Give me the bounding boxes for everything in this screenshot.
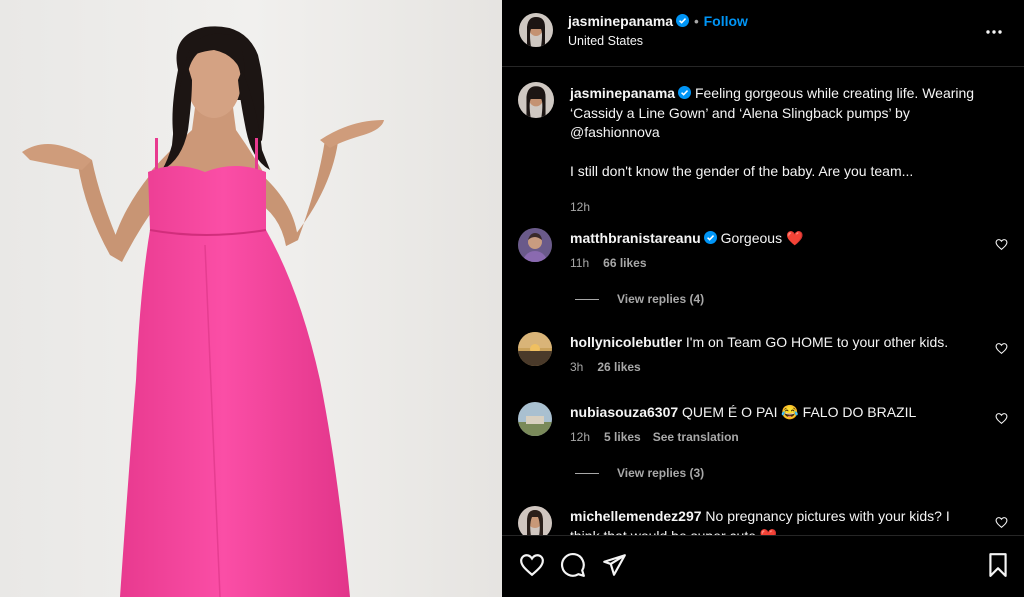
post-header: jasminepanama • Follow United States: [502, 0, 1024, 67]
separator-dot: •: [694, 14, 699, 29]
replies-divider: [575, 473, 599, 475]
caption-username[interactable]: jasminepanama: [570, 85, 675, 101]
commenter-avatar[interactable]: [518, 228, 552, 262]
comment-likes[interactable]: 66 likes: [603, 256, 646, 270]
heart-icon[interactable]: [519, 552, 545, 578]
post-detail-panel: jasminepanama • Follow United States jasmi…: [502, 0, 1024, 597]
author-username-line: jasminepanama • Follow: [568, 13, 748, 29]
heart-icon[interactable]: [995, 516, 1008, 529]
more-options-icon[interactable]: [984, 22, 1004, 42]
verified-badge-icon: [703, 231, 717, 244]
comment-text: matthbranistareanu Gorgeous ❤️: [570, 229, 980, 249]
verified-badge-icon: [676, 14, 690, 27]
caption-line-2: ‘Cassidy a Line Gown’ and ‘Alena Slingba…: [570, 104, 910, 121]
view-replies-label: View replies (3): [617, 466, 705, 480]
comment-time[interactable]: 3h: [570, 360, 583, 374]
comment-item: nubiasouza6307 QUEM É O PAI 😂 FALO DO BR…: [502, 400, 1024, 490]
comment-time[interactable]: 12h: [570, 430, 590, 444]
post-photo[interactable]: [0, 0, 502, 597]
see-translation-link[interactable]: See translation: [653, 430, 739, 444]
caption-time[interactable]: 12h: [570, 200, 590, 214]
comment-time[interactable]: 11h: [570, 256, 589, 270]
view-replies-button[interactable]: View replies (3): [575, 466, 704, 480]
comment-body-line-2: think that would be super cute ❤️: [570, 527, 980, 536]
heart-icon[interactable]: [995, 238, 1008, 251]
caption-text: jasminepanama Feeling gorgeous while cre…: [570, 84, 980, 181]
comment-text: nubiasouza6307 QUEM É O PAI 😂 FALO DO BR…: [570, 403, 980, 423]
comment-item: michellemendez297 No pregnancy pictures …: [502, 504, 1024, 535]
comment-body: Gorgeous ❤️: [720, 230, 804, 246]
commenter-username[interactable]: michellemendez297: [570, 508, 702, 524]
commenter-avatar[interactable]: [518, 506, 552, 535]
comment-body: I'm on Team GO HOME to your other kids.: [685, 334, 949, 350]
caption-mention[interactable]: @fashionnova: [570, 123, 980, 143]
comment-meta: 11h 66 likes: [570, 256, 647, 270]
post-location[interactable]: United States: [568, 34, 643, 48]
comment-text: michellemendez297 No pregnancy pictures …: [570, 507, 980, 535]
view-replies-label: View replies (4): [617, 292, 705, 306]
commenter-avatar[interactable]: [518, 332, 552, 366]
commenter-username[interactable]: matthbranistareanu: [570, 230, 701, 246]
heart-icon[interactable]: [995, 412, 1008, 425]
verified-badge-icon: [678, 86, 692, 99]
post-actions-bar: [502, 535, 1024, 597]
comment-meta: 3h 26 likes: [570, 360, 641, 374]
comment-body-line-1: No pregnancy pictures with your kids? I: [705, 508, 950, 524]
comment-text: hollynicolebutler I'm on Team GO HOME to…: [570, 333, 980, 353]
commenter-username[interactable]: nubiasouza6307: [570, 404, 678, 420]
share-icon[interactable]: [601, 552, 627, 578]
view-replies-button[interactable]: View replies (4): [575, 292, 704, 306]
comments-section[interactable]: jasminepanama Feeling gorgeous while cre…: [502, 68, 1024, 535]
caption-line-1: Feeling gorgeous while creating life. We…: [694, 85, 975, 101]
comment-likes[interactable]: 5 likes: [604, 430, 641, 444]
bookmark-icon[interactable]: [985, 552, 1011, 578]
author-username[interactable]: jasminepanama: [568, 13, 673, 29]
heart-icon[interactable]: [995, 342, 1008, 355]
comment-body: QUEM É O PAI 😂 FALO DO BRAZIL: [682, 404, 917, 420]
commenter-avatar[interactable]: [518, 402, 552, 436]
caption-item: jasminepanama Feeling gorgeous while cre…: [502, 82, 1024, 214]
comment-item: hollynicolebutler I'm on Team GO HOME to…: [502, 330, 1024, 385]
author-avatar[interactable]: [519, 13, 553, 47]
commenter-username[interactable]: hollynicolebutler: [570, 334, 682, 350]
follow-button[interactable]: Follow: [704, 13, 748, 29]
comment-icon[interactable]: [560, 552, 586, 578]
comment-item: matthbranistareanu Gorgeous ❤️ 11h 66 lik…: [502, 226, 1024, 316]
replies-divider: [575, 299, 599, 301]
comment-likes[interactable]: 26 likes: [597, 360, 640, 374]
author-avatar[interactable]: [518, 82, 554, 118]
comment-meta: 12h 5 likes See translation: [570, 430, 739, 444]
woman-in-pink-gown-image: [0, 0, 502, 597]
caption-line-4: I still don't know the gender of the bab…: [570, 162, 914, 179]
